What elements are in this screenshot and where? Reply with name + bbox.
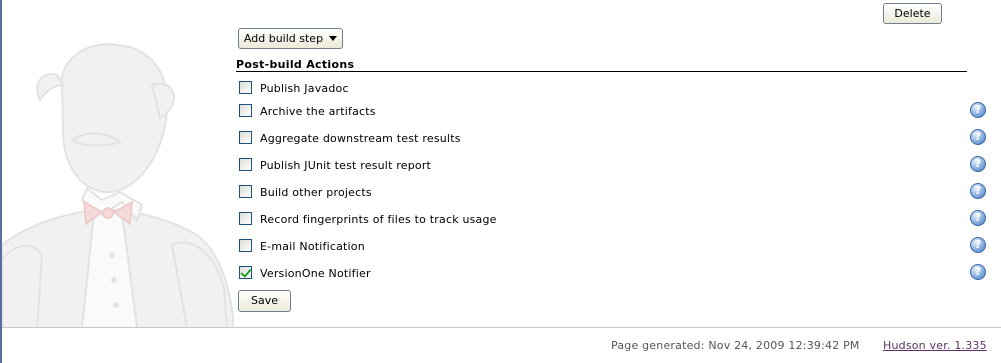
aggregate-test-results-label: Aggregate downstream test results [260, 132, 461, 145]
publish-javadoc-checkbox[interactable] [239, 81, 252, 94]
build-other-projects-checkbox[interactable] [239, 185, 252, 198]
add-build-step-button[interactable]: Add build step [238, 28, 343, 49]
aggregate-test-results-checkbox[interactable] [239, 131, 252, 144]
butler-mascot-icon [2, 43, 234, 328]
record-fingerprints-label: Record fingerprints of files to track us… [260, 213, 497, 226]
help-icon[interactable]: ? [970, 264, 986, 280]
email-notification-checkbox[interactable] [239, 239, 252, 252]
publish-javadoc-label: Publish Javadoc [260, 82, 349, 95]
publish-junit-checkbox[interactable] [239, 158, 252, 171]
archive-artifacts-checkbox[interactable] [239, 104, 252, 117]
section-divider [236, 71, 967, 72]
caret-down-icon [329, 36, 338, 41]
build-other-projects-label: Build other projects [260, 186, 372, 199]
delete-button[interactable]: Delete [883, 3, 942, 24]
publish-junit-label: Publish JUnit test result report [260, 159, 432, 172]
add-build-step-label: Add build step [243, 32, 324, 45]
help-icon[interactable]: ? [970, 183, 986, 199]
help-icon[interactable]: ? [970, 129, 986, 145]
versionone-notifier-checkbox[interactable] [239, 266, 252, 279]
footer-divider [2, 327, 1001, 328]
help-icon[interactable]: ? [970, 210, 986, 226]
post-build-actions-heading: Post-build Actions [236, 58, 355, 71]
help-icon[interactable]: ? [970, 102, 986, 118]
page-generated-timestamp: Page generated: Nov 24, 2009 12:39:42 PM [611, 339, 860, 352]
archive-artifacts-label: Archive the artifacts [260, 105, 376, 118]
help-icon[interactable]: ? [970, 237, 986, 253]
hudson-version-link[interactable]: Hudson ver. 1.335 [883, 339, 987, 352]
versionone-notifier-label: VersionOne Notifier [260, 267, 371, 280]
record-fingerprints-checkbox[interactable] [239, 212, 252, 225]
help-icon[interactable]: ? [970, 156, 986, 172]
save-button[interactable]: Save [238, 290, 291, 312]
checkmark-icon [240, 266, 252, 278]
email-notification-label: E-mail Notification [260, 240, 365, 253]
